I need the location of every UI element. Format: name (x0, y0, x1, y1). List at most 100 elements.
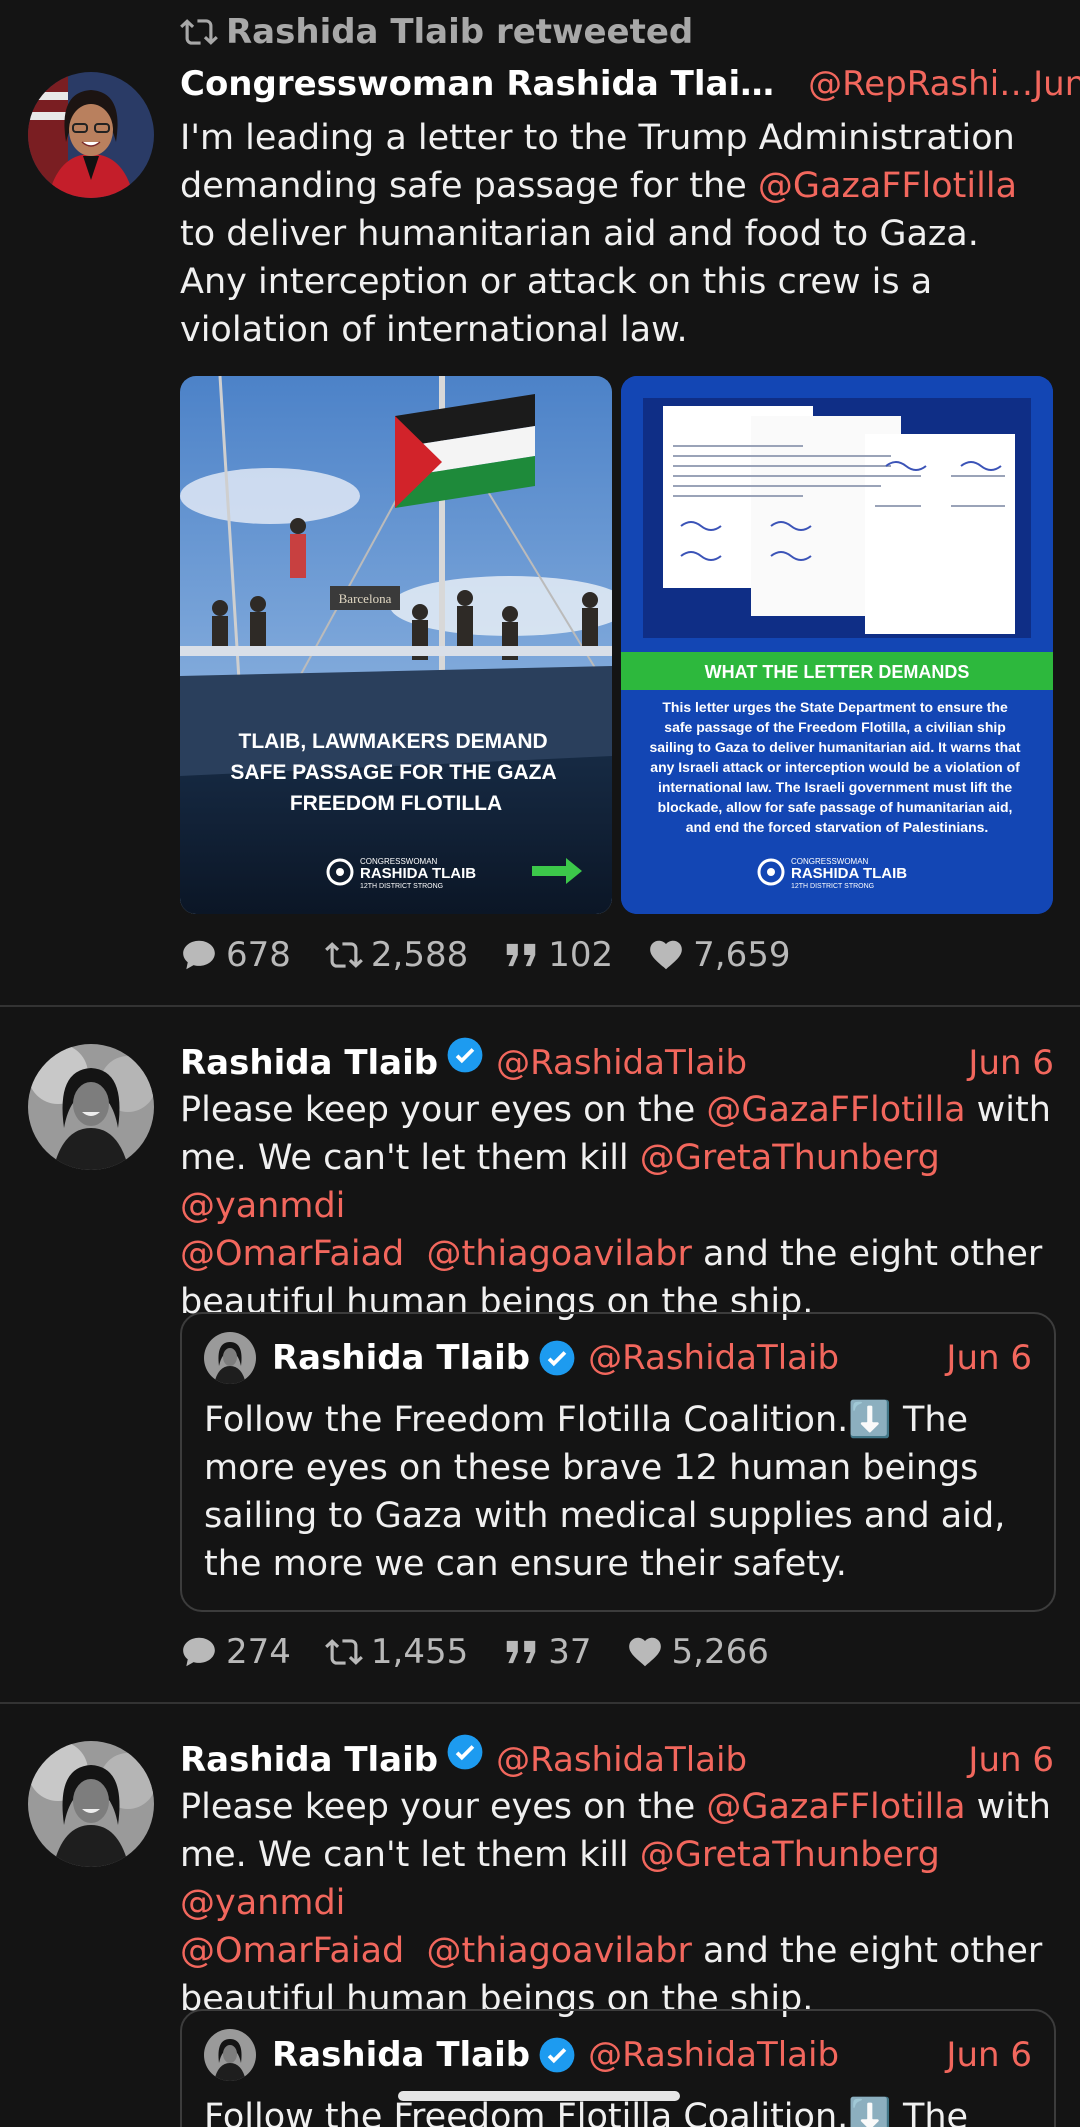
logo-sub-text: 12TH DISTRICT STRONG (360, 883, 443, 890)
letter-graphic: WHAT THE LETTER DEMANDS This letter urge… (621, 376, 1053, 914)
letter-body-line: and end the forced starvation of Palesti… (686, 819, 989, 835)
quoted-tweet[interactable]: Rashida Tlaib @RashidaTlaib Jun 6 Follow… (180, 1312, 1056, 1612)
quote-author-name[interactable]: Rashida Tlaib (272, 2035, 530, 2075)
caption-line: SAFE PASSAGE FOR THE GAZA (230, 761, 556, 784)
quote-author-handle[interactable]: @RashidaTlaib (588, 2035, 839, 2075)
quote-date[interactable]: Jun 6 (946, 1338, 1032, 1378)
tweet-3[interactable]: Rashida Tlaib @RashidaTlaib Jun 6 Please… (0, 1705, 1080, 2127)
mention-link[interactable]: @yanmdi (180, 1883, 345, 1923)
boat-photo-illustration: Barcelona TLAIB, LAWMAKERS DEMAND SAFE P… (180, 376, 612, 914)
tweet-date[interactable]: Jun 6 (968, 1043, 1054, 1083)
quote-date[interactable]: Jun 6 (946, 2035, 1032, 2075)
author-handle[interactable]: @RepRashi… (808, 64, 1033, 104)
reply-count: 274 (226, 1632, 291, 1672)
quote-header: Rashida Tlaib @RashidaTlaib Jun 6 (204, 2027, 1032, 2083)
tweet-header: Congresswoman Rashida Tlai… @RepRashi… J… (180, 64, 1080, 112)
mention-link[interactable]: @GretaThunberg (640, 1835, 940, 1875)
quote-button[interactable]: 102 (502, 935, 613, 975)
logo-name-text: RASHIDA TLAIB (791, 865, 907, 882)
letter-body-line: sailing to Gaza to deliver humanitarian … (650, 739, 1021, 755)
like-count: 5,266 (671, 1632, 769, 1672)
caption-line: TLAIB, LAWMAKERS DEMAND (239, 730, 548, 753)
tweet-stats: 678 2,588 102 7,659 (180, 930, 1054, 980)
avatar[interactable] (28, 72, 154, 198)
mention-link[interactable]: @OmarFaiad (180, 1234, 404, 1274)
tweet-text: Please keep your eyes on the @GazaFFloti… (180, 1783, 1054, 2023)
tweet-divider (0, 1005, 1080, 1007)
mention-link[interactable]: @GazaFFlotilla (758, 166, 1017, 206)
quote-header: Rashida Tlaib @RashidaTlaib Jun 6 (204, 1330, 1032, 1386)
verified-badge-icon (447, 1037, 483, 1073)
letter-body-line: This letter urges the State Department t… (662, 699, 1008, 715)
logo-sub-text: 12TH DISTRICT STRONG (791, 883, 874, 890)
mention-link[interactable]: @GretaThunberg (640, 1138, 940, 1178)
mention-link[interactable]: @GazaFFlotilla (706, 1787, 965, 1827)
letter-body-line: any Israeli attack or interception would… (650, 759, 1020, 775)
boat-name-label: Barcelona (339, 591, 392, 606)
like-button[interactable]: 7,659 (647, 935, 791, 975)
text-segment (404, 1234, 426, 1274)
quoted-tweet[interactable]: Rashida Tlaib @RashidaTlaib Jun 6 Follow… (180, 2009, 1056, 2127)
heart-icon (628, 1637, 661, 1667)
text-segment: to deliver humanitarian aid and food to … (180, 214, 979, 350)
mention-link[interactable]: @yanmdi (180, 1186, 345, 1226)
author-name[interactable]: Congresswoman Rashida Tlai… (180, 64, 774, 104)
retweet-button[interactable]: 2,588 (325, 935, 468, 975)
verified-badge-icon (447, 1734, 483, 1770)
tweet-date[interactable]: Jun 6 (968, 1740, 1054, 1780)
reply-button[interactable]: 678 (180, 935, 291, 975)
author-handle[interactable]: @RashidaTlaib (496, 1043, 747, 1083)
reply-count: 678 (226, 935, 291, 975)
reply-button[interactable]: 274 (180, 1632, 291, 1672)
tweet-header: Rashida Tlaib @RashidaTlaib Jun 6 (180, 1733, 1054, 1781)
tweet-text: Please keep your eyes on the @GazaFFloti… (180, 1086, 1054, 1326)
tweet-header: Rashida Tlaib @RashidaTlaib Jun 6 (180, 1036, 1054, 1084)
home-indicator[interactable] (398, 2091, 680, 2101)
quote-author-handle[interactable]: @RashidaTlaib (588, 1338, 839, 1378)
quote-count: 37 (548, 1632, 592, 1672)
author-handle[interactable]: @RashidaTlaib (496, 1740, 747, 1780)
mention-link[interactable]: @thiagoavilabr (427, 1234, 692, 1274)
mention-link[interactable]: @OmarFaiad (180, 1931, 404, 1971)
avatar[interactable] (28, 1044, 154, 1170)
reply-icon (183, 940, 215, 970)
svg-text:This letter urges the State De: This letter urges the State Department t… (650, 699, 1025, 835)
quote-icon (507, 943, 536, 967)
letter-banner-title: WHAT THE LETTER DEMANDS (705, 662, 970, 682)
retweet-count: 2,588 (370, 935, 469, 975)
retweet-count: 1,455 (370, 1632, 469, 1672)
mention-link[interactable]: @GazaFFlotilla (706, 1090, 965, 1130)
tweet-1[interactable]: Congresswoman Rashida Tlai… @RepRashi… J… (0, 0, 1080, 1005)
text-segment: Please keep your eyes on the (180, 1787, 707, 1827)
quote-avatar (204, 1332, 256, 1384)
caption-line: FREEDOM FLOTILLA (290, 792, 502, 815)
text-segment: Please keep your eyes on the (180, 1090, 707, 1130)
author-name[interactable]: Rashida Tlaib (180, 1043, 438, 1083)
media-image-letter[interactable]: WHAT THE LETTER DEMANDS This letter urge… (621, 376, 1053, 914)
tweet-text: I'm leading a letter to the Trump Admini… (180, 114, 1054, 354)
media-image-boat[interactable]: Barcelona TLAIB, LAWMAKERS DEMAND SAFE P… (180, 376, 612, 914)
retweet-icon (325, 942, 363, 968)
tweet-2[interactable]: Rashida Tlaib @RashidaTlaib Jun 6 Please… (0, 1008, 1080, 1698)
quote-button[interactable]: 37 (502, 1632, 592, 1672)
like-button[interactable]: 5,266 (626, 1632, 769, 1672)
mention-link[interactable]: @thiagoavilabr (427, 1931, 692, 1971)
verified-badge-icon (539, 1340, 575, 1376)
avatar[interactable] (28, 1741, 154, 1867)
author-name[interactable]: Rashida Tlaib (180, 1740, 438, 1780)
quote-count: 102 (548, 935, 614, 975)
letter-body-line: blockade, allow for safe passage of huma… (658, 799, 1013, 815)
quote-author-name[interactable]: Rashida Tlaib (272, 1338, 530, 1378)
tweet-date[interactable]: Jun 6 (1033, 64, 1080, 104)
logo-name-text: RASHIDA TLAIB (360, 865, 476, 882)
retweet-button[interactable]: 1,455 (325, 1632, 468, 1672)
retweet-icon (325, 1639, 363, 1665)
quote-text: Follow the Freedom Flotilla Coalition.⬇️… (204, 1400, 1006, 1584)
reply-icon (183, 1637, 215, 1667)
media-gallery[interactable]: Barcelona TLAIB, LAWMAKERS DEMAND SAFE P… (180, 376, 1053, 914)
tweet-stats: 274 1,455 37 5,266 (180, 1627, 1054, 1677)
letter-body-line: safe passage of the Freedom Flotilla, a … (664, 719, 1006, 735)
verified-badge-icon (539, 2037, 575, 2073)
like-count: 7,659 (693, 935, 791, 975)
quote-icon (507, 1640, 536, 1664)
